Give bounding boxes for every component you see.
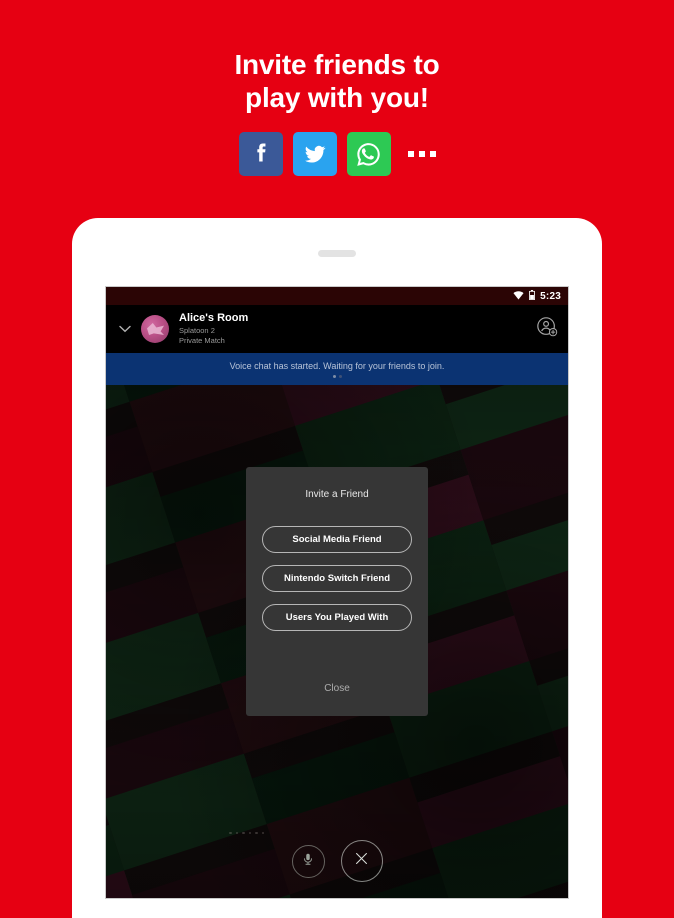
twitter-icon (300, 139, 330, 169)
phone-screen: 5:23 Alice's Room Splatoon 2 Private Mat… (105, 286, 569, 899)
ellipsis-dot (429, 151, 436, 157)
ellipsis-dot (418, 151, 425, 157)
add-person-icon[interactable] (536, 316, 558, 343)
member-slot-dot (229, 831, 232, 834)
voice-chat-banner: Voice chat has started. Waiting for your… (106, 353, 568, 385)
promo-title-line-2: play with you! (245, 82, 429, 113)
social-share-row (238, 132, 436, 176)
whatsapp-icon (353, 139, 384, 170)
banner-page-dots (332, 374, 342, 378)
battery-icon (529, 287, 536, 305)
invite-option-nintendo-switch[interactable]: Nintendo Switch Friend (262, 565, 412, 592)
voice-controls (106, 840, 568, 882)
dialog-title: Invite a Friend (305, 489, 369, 500)
end-voice-chat-button[interactable] (340, 840, 383, 882)
invite-option-social-media[interactable]: Social Media Friend (262, 526, 412, 553)
member-slot-dot (248, 831, 251, 834)
room-info: Alice's Room Splatoon 2 Private Match (179, 312, 248, 346)
invite-option-played-with[interactable]: Users You Played With (262, 604, 412, 631)
member-slot-dot (235, 831, 238, 834)
status-bar: 5:23 (106, 287, 568, 305)
member-slot-dots (229, 831, 264, 834)
invite-friend-dialog: Invite a Friend Social Media Friend Nint… (246, 467, 428, 716)
mute-microphone-button[interactable] (291, 844, 325, 878)
phone-speaker-grille (318, 250, 356, 257)
game-title: Splatoon 2 (179, 325, 215, 335)
microphone-icon (301, 852, 315, 871)
game-background: Invite a Friend Social Media Friend Nint… (106, 385, 568, 898)
member-slot-dot (255, 831, 258, 834)
page-title: Invite friends to play with you! (234, 48, 439, 114)
twitter-share-button[interactable] (292, 132, 337, 176)
facebook-share-button[interactable] (238, 132, 283, 176)
promo-header: Invite friends to play with you! (0, 0, 674, 215)
banner-message: Voice chat has started. Waiting for your… (229, 360, 445, 371)
facebook-icon (246, 139, 276, 169)
status-time: 5:23 (540, 290, 561, 302)
phone-mockup: 5:23 Alice's Room Splatoon 2 Private Mat… (72, 218, 602, 918)
match-type: Private Match (179, 336, 225, 346)
more-share-options-button[interactable] (407, 151, 436, 157)
close-x-icon (353, 850, 370, 872)
whatsapp-share-button[interactable] (346, 132, 391, 176)
promo-title-line-1: Invite friends to (234, 49, 440, 80)
banner-dot (332, 374, 336, 378)
ellipsis-dot (407, 151, 414, 157)
room-name: Alice's Room (179, 312, 249, 325)
member-slot-dot (242, 831, 245, 834)
app-header: Alice's Room Splatoon 2 Private Match (106, 305, 568, 353)
banner-dot (338, 374, 342, 378)
chevron-down-icon[interactable] (116, 325, 134, 333)
member-slot-dot (261, 831, 264, 834)
close-button[interactable]: Close (310, 679, 364, 698)
avatar (141, 315, 169, 343)
wifi-icon (513, 287, 524, 305)
